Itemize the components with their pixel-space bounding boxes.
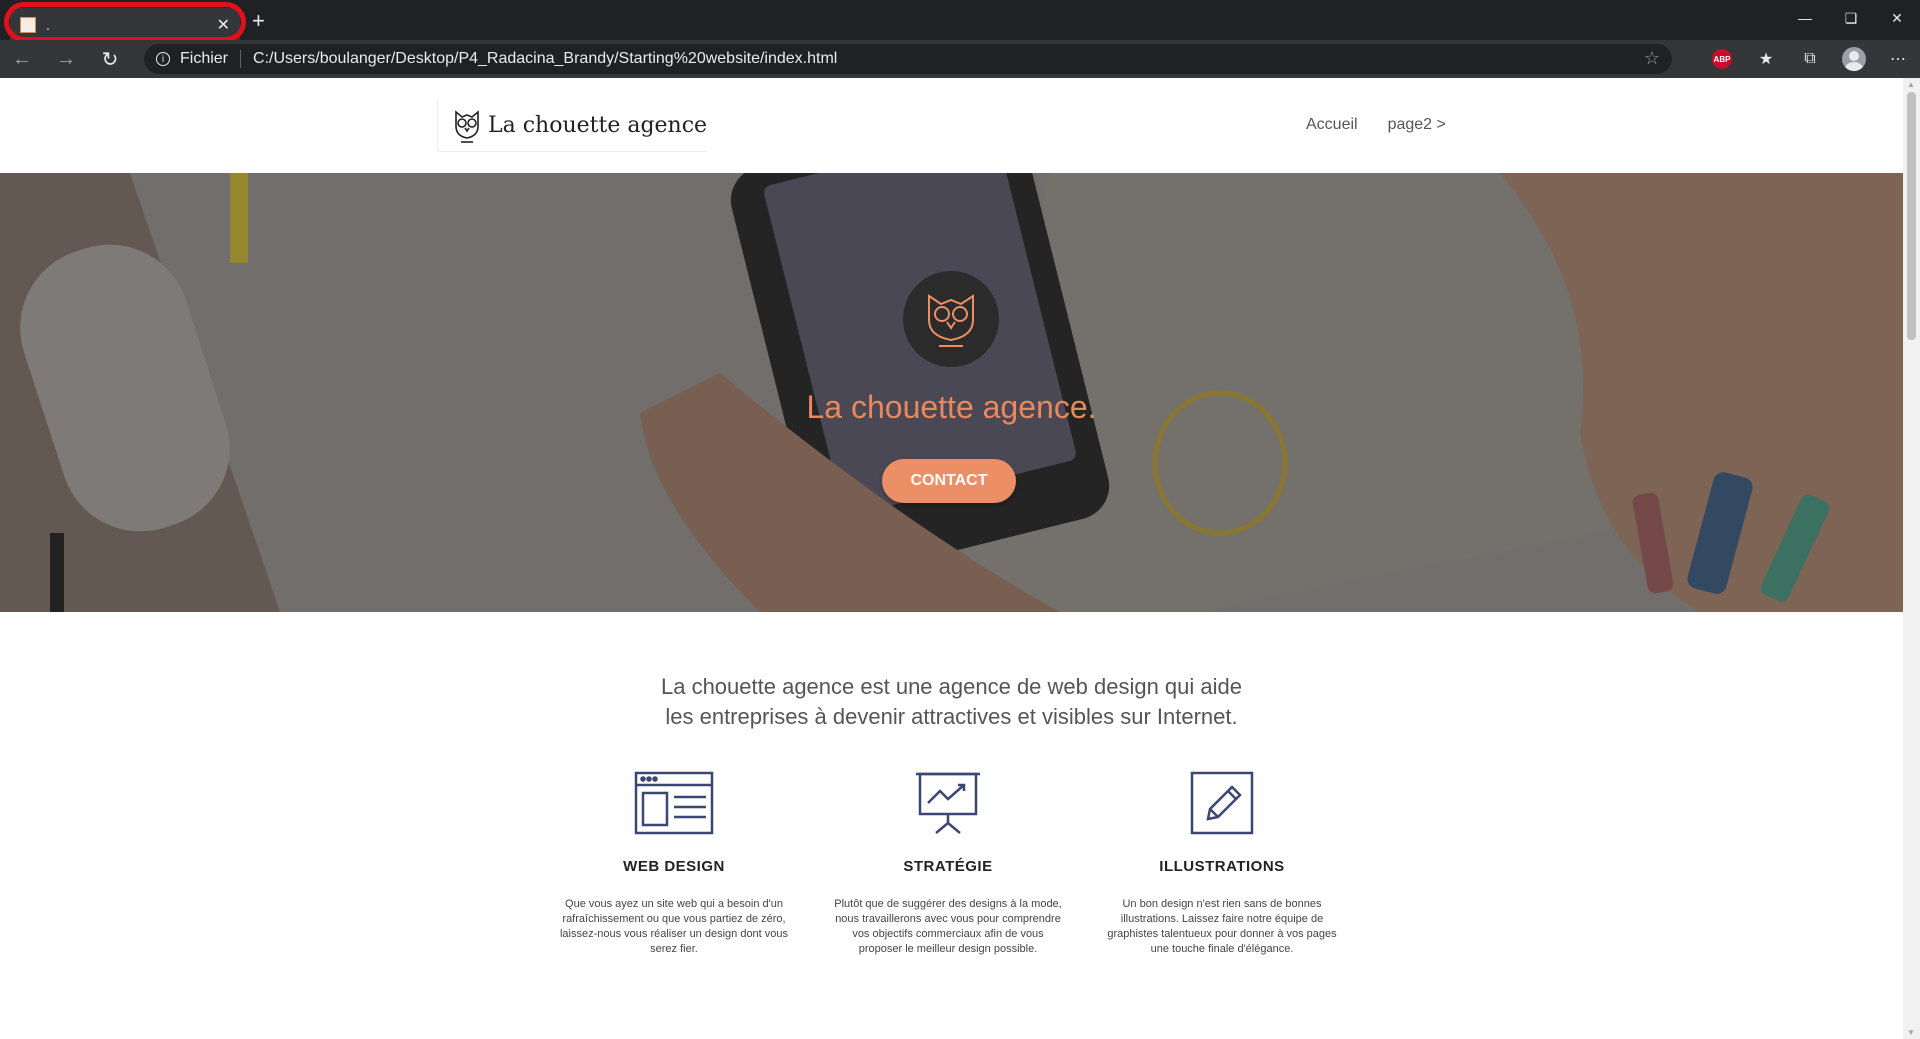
info-icon[interactable]: i (156, 52, 170, 66)
tab-title: . (46, 17, 50, 33)
service-text: Un bon design n'est rien sans de bonnes … (1107, 898, 1337, 955)
page-viewport: La chouette agence Accueil page2 > La ch… (0, 78, 1920, 1039)
service-title: ILLUSTRATIONS (1159, 858, 1285, 875)
close-tab-icon[interactable]: ✕ (217, 15, 230, 35)
intro-text: La chouette agence est une agence de web… (0, 672, 1903, 732)
bookmark-star-icon[interactable]: ☆ (1644, 48, 1660, 69)
service-text: Plutôt que de suggérer des designs à la … (834, 898, 1062, 955)
reload-button[interactable]: ↻ (88, 40, 132, 78)
owl-logo-icon (455, 109, 479, 143)
vertical-scrollbar[interactable]: ▲ ▼ (1903, 78, 1920, 1039)
logo-text: La chouette agence (488, 113, 708, 138)
browser-window-icon (558, 768, 790, 838)
close-window-button[interactable]: ✕ (1874, 0, 1920, 36)
address-bar[interactable]: i Fichier C:/Users/boulanger/Desktop/P4_… (144, 44, 1672, 74)
site-header: La chouette agence Accueil page2 > (0, 78, 1903, 173)
pencil-icon (1106, 768, 1338, 838)
presentation-chart-icon (832, 768, 1064, 838)
site-nav: Accueil page2 > (1306, 116, 1446, 134)
forward-button[interactable]: → (44, 40, 88, 78)
contact-button[interactable]: CONTACT (882, 459, 1016, 503)
avatar (1842, 47, 1866, 71)
scrollbar-thumb[interactable] (1907, 92, 1916, 340)
service-strategie: STRATÉGIE Plutôt que de suggérer des des… (832, 768, 1064, 957)
intro-line-2: les entreprises à devenir attractives et… (665, 704, 1238, 729)
browser-tab[interactable]: . ✕ (10, 8, 240, 42)
scroll-up-arrow-icon[interactable]: ▲ (1907, 80, 1915, 89)
hero-banner: La chouette agence. CONTACT (0, 173, 1903, 612)
owl-emblem-icon (928, 294, 974, 347)
services-section: WEB DESIGN Que vous ayez un site web qui… (558, 768, 1338, 957)
more-menu-button[interactable]: ⋯ (1876, 40, 1920, 78)
window-controls: — ❏ ✕ (1782, 0, 1920, 36)
minimize-button[interactable]: — (1782, 0, 1828, 36)
browser-toolbar: ← → ↻ i Fichier C:/Users/boulanger/Deskt… (0, 40, 1920, 78)
address-separator (240, 50, 242, 68)
restore-button[interactable]: ❏ (1828, 0, 1874, 36)
favorites-button[interactable]: ★ (1744, 40, 1788, 78)
site-logo[interactable]: La chouette agence (437, 100, 708, 152)
browser-titlebar: . ✕ + — ❏ ✕ (0, 0, 1920, 42)
service-title: STRATÉGIE (903, 858, 993, 875)
service-title: WEB DESIGN (623, 858, 725, 875)
new-tab-button[interactable]: + (252, 10, 265, 32)
nav-link-page2[interactable]: page2 > (1388, 116, 1446, 134)
back-button[interactable]: ← (0, 40, 44, 78)
scroll-down-arrow-icon[interactable]: ▼ (1907, 1028, 1915, 1037)
profile-button[interactable] (1832, 40, 1876, 78)
hero-title: La chouette agence. (806, 389, 1097, 425)
nav-link-accueil[interactable]: Accueil (1306, 116, 1358, 134)
adblock-icon: ABP (1712, 49, 1732, 69)
hero-owl-badge (903, 271, 999, 367)
intro-line-1: La chouette agence est une agence de web… (660, 674, 1242, 699)
url-text[interactable]: C:/Users/boulanger/Desktop/P4_Radacina_B… (253, 50, 837, 68)
service-web-design: WEB DESIGN Que vous ayez un site web qui… (558, 768, 790, 957)
extensions-area: ABP ★ ⧉ ⋯ (1700, 40, 1920, 78)
owl-favicon-icon (20, 17, 36, 33)
collections-button[interactable]: ⧉ (1788, 40, 1832, 78)
service-text: Que vous ayez un site web qui a besoin d… (559, 898, 789, 955)
service-illustrations: ILLUSTRATIONS Un bon design n'est rien s… (1106, 768, 1338, 957)
adblock-extension-button[interactable]: ABP (1700, 40, 1744, 78)
scheme-label: Fichier (180, 50, 229, 67)
